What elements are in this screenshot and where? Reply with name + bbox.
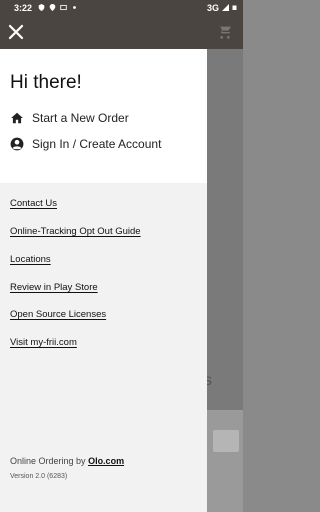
drawer-header — [0, 15, 207, 49]
drawer-top-section: Hi there! Start a New Order Sign In / Cr… — [0, 15, 207, 183]
network-label: 3G — [206, 2, 219, 13]
greeting-title: Hi there! — [10, 72, 82, 93]
status-right: 3G — [207, 3, 237, 13]
location-icon — [49, 4, 56, 11]
footer-credit: Online Ordering by Olo.com — [10, 456, 124, 466]
notification-icon — [60, 4, 67, 11]
contact-us-link[interactable]: Contact Us — [10, 198, 57, 209]
version-label: Version 2.0 (6283) — [10, 473, 68, 480]
visit-website-link[interactable]: Visit my-frii.com — [10, 337, 77, 348]
review-play-store-link[interactable]: Review in Play Store — [10, 282, 98, 293]
locations-link[interactable]: Locations — [10, 254, 51, 265]
start-new-order-button[interactable]: Start a New Order — [10, 111, 129, 125]
battery-icon — [232, 5, 237, 10]
navigation-drawer: Hi there! Start a New Order Sign In / Cr… — [0, 15, 207, 512]
status-time: 3:22 — [14, 2, 33, 13]
sign-in-button[interactable]: Sign In / Create Account — [10, 137, 161, 151]
start-new-order-label: Start a New Order — [32, 111, 129, 125]
status-icons — [38, 4, 78, 11]
home-icon — [11, 112, 23, 124]
account-icon — [10, 137, 24, 151]
olo-link[interactable]: Olo.com — [88, 456, 124, 466]
shield-icon — [38, 4, 45, 11]
tracking-opt-out-link[interactable]: Online-Tracking Opt Out Guide — [10, 226, 141, 237]
background-select — [213, 430, 239, 452]
signal-icon — [222, 4, 229, 11]
cart-icon — [217, 25, 231, 39]
sign-in-label: Sign In / Create Account — [32, 137, 162, 151]
background-panel — [207, 410, 243, 512]
footer-prefix: Online Ordering by — [10, 456, 86, 466]
status-bar: 3:22 3G — [0, 0, 243, 15]
close-icon[interactable] — [7, 23, 25, 41]
open-source-licenses-link[interactable]: Open Source Licenses — [10, 309, 106, 320]
dot-icon — [73, 6, 76, 9]
